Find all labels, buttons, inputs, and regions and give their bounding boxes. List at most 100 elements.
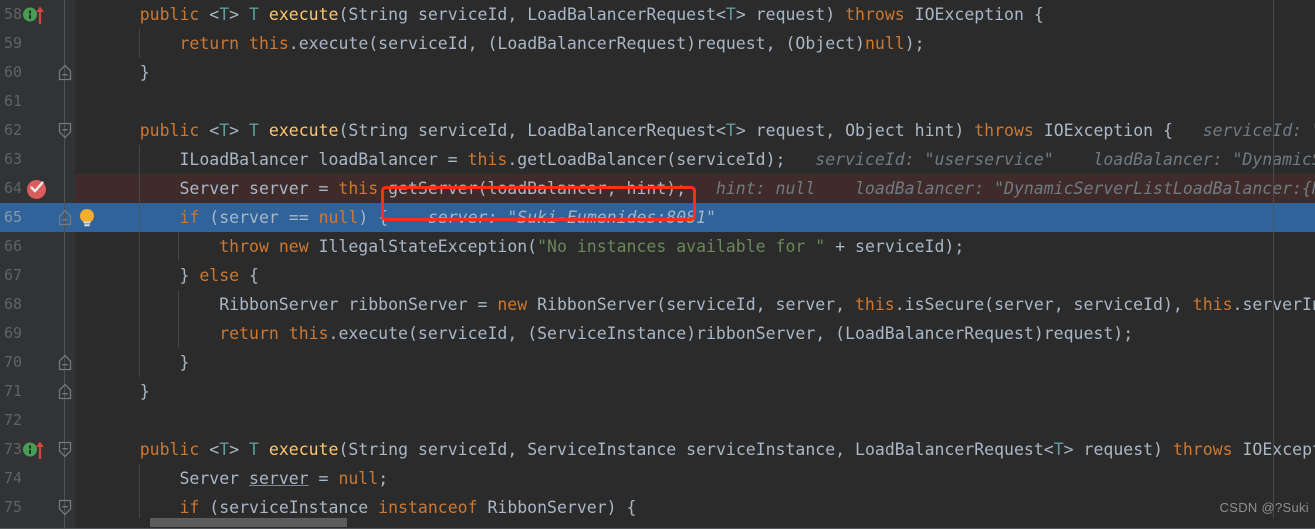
code-token: } <box>100 63 150 82</box>
code-line[interactable]: 69 return this.execute(serviceId, (Servi… <box>0 319 1315 348</box>
code-text[interactable]: public <T> T execute(String serviceId, L… <box>100 0 1044 29</box>
code-fold-marker[interactable] <box>58 122 72 139</box>
code-text[interactable]: RibbonServer ribbonServer = new RibbonSe… <box>100 290 1315 319</box>
line-number: 75 <box>4 498 23 516</box>
code-token: RibbonServer) { <box>477 498 637 517</box>
code-token: < <box>199 121 220 140</box>
code-token: .getServer(loadBalancer, hint); <box>378 179 687 198</box>
code-token: } <box>100 353 190 372</box>
breakpoint-icon[interactable] <box>26 179 47 200</box>
implements-override-icon[interactable] <box>22 4 46 26</box>
code-line[interactable]: 61 <box>0 87 1315 116</box>
implements-override-icon[interactable] <box>22 439 46 461</box>
line-number: 62 <box>4 121 23 139</box>
inline-debug-hint[interactable]: serviceId: "us <box>1173 121 1315 140</box>
line-number: 63 <box>4 150 23 168</box>
code-token: (String serviceId, LoadBalancerRequest< <box>338 121 726 140</box>
code-fold-marker[interactable] <box>58 354 72 371</box>
code-line[interactable]: 63 ILoadBalancer loadBalancer = this.get… <box>0 145 1315 174</box>
code-token: public <box>139 440 200 459</box>
code-line[interactable]: 58 public <T> T execute(String serviceId… <box>0 0 1315 29</box>
code-line[interactable]: 74 Server server = null; <box>0 464 1315 493</box>
fold-region-line <box>64 319 65 348</box>
code-token: T <box>249 5 259 24</box>
code-text[interactable]: return this.execute(serviceId, (LoadBala… <box>100 29 924 58</box>
code-token: IOException { <box>904 5 1044 24</box>
code-token: T <box>219 121 230 140</box>
code-text[interactable]: } <box>100 377 150 406</box>
code-text[interactable]: public <T> T execute(String serviceId, S… <box>100 435 1315 464</box>
fold-region-line <box>64 145 65 174</box>
code-line[interactable]: 72 <box>0 406 1315 435</box>
inline-debug-hint[interactable]: serviceId: "userservice" loadBalancer: "… <box>785 150 1315 169</box>
code-text[interactable]: } <box>100 348 189 377</box>
code-token: this <box>1192 295 1233 314</box>
code-token: > request) <box>735 5 846 24</box>
code-token: if <box>179 498 200 517</box>
code-fold-marker[interactable] <box>58 209 72 226</box>
intention-lightbulb-icon[interactable] <box>76 207 98 229</box>
code-text[interactable]: Server server = null; <box>100 464 388 493</box>
code-token: RibbonServer ribbonServer = <box>100 295 498 314</box>
code-line[interactable]: 65 if (server == null) { server: "Suki-E… <box>0 203 1315 232</box>
code-token: new <box>497 295 528 314</box>
code-text[interactable]: } <box>100 58 150 87</box>
code-text[interactable]: public <T> T execute(String serviceId, L… <box>100 116 1315 145</box>
code-text[interactable]: throw new IllegalStateException("No inst… <box>100 232 964 261</box>
code-token: throw <box>219 237 269 256</box>
line-number: 71 <box>4 382 23 400</box>
code-token: (String serviceId, ServiceInstance servi… <box>338 440 1054 459</box>
code-fold-marker[interactable] <box>58 383 72 400</box>
code-line[interactable]: 70 } <box>0 348 1315 377</box>
line-number: 70 <box>4 353 23 371</box>
code-line[interactable]: 68 RibbonServer ribbonServer = new Ribbo… <box>0 290 1315 319</box>
code-line[interactable]: 59 return this.execute(serviceId, (LoadB… <box>0 29 1315 58</box>
code-token: T <box>249 121 259 140</box>
code-token: this <box>467 150 508 169</box>
inline-debug-hint[interactable]: server: "Suki-Eumenides:8081" <box>388 208 716 227</box>
code-token: throws <box>845 5 905 24</box>
code-text[interactable]: return this.execute(serviceId, (ServiceI… <box>100 319 1133 348</box>
code-line[interactable]: 73 public <T> T execute(String serviceId… <box>0 435 1315 464</box>
code-fold-marker[interactable] <box>58 441 72 458</box>
code-token: > <box>229 5 250 24</box>
code-line[interactable]: 62 public <T> T execute(String serviceId… <box>0 116 1315 145</box>
code-token: T <box>1053 440 1064 459</box>
code-token: > <box>229 121 250 140</box>
code-token: "No instances available for " <box>537 237 826 256</box>
code-line[interactable]: 67 } else { <box>0 261 1315 290</box>
right-margin-guide <box>1273 0 1274 529</box>
code-fold-marker[interactable] <box>58 499 72 516</box>
code-token: if <box>179 208 200 227</box>
inline-debug-hint[interactable]: hint: null loadBalancer: "DynamicServerL… <box>686 179 1315 198</box>
code-token: T <box>725 121 736 140</box>
code-line[interactable]: 66 throw new IllegalStateException("No i… <box>0 232 1315 261</box>
code-token: null <box>864 34 905 53</box>
code-token: (server == <box>199 208 319 227</box>
code-editor[interactable]: 58 public <T> T execute(String serviceId… <box>0 0 1315 529</box>
code-token: execute <box>268 440 339 459</box>
code-line[interactable]: 64 Server server = this.getServer(loadBa… <box>0 174 1315 203</box>
code-text[interactable]: if (server == null) { server: "Suki-Eume… <box>100 203 716 232</box>
horizontal-scrollbar-thumb[interactable] <box>150 518 347 527</box>
code-text[interactable]: ILoadBalancer loadBalancer = this.getLoa… <box>100 145 1315 174</box>
fold-region-line <box>64 406 65 435</box>
code-text[interactable]: Server server = this.getServer(loadBalan… <box>100 174 1315 203</box>
code-text[interactable]: } else { <box>100 261 259 290</box>
code-token: execute <box>268 5 339 24</box>
code-token: T <box>219 5 230 24</box>
code-line[interactable]: 71 } <box>0 377 1315 406</box>
code-fold-marker[interactable] <box>58 64 72 81</box>
code-token: public <box>139 5 200 24</box>
code-line[interactable]: 60 } <box>0 58 1315 87</box>
code-token: .getLoadBalancer(serviceId); <box>507 150 786 169</box>
code-token: new <box>278 237 309 256</box>
